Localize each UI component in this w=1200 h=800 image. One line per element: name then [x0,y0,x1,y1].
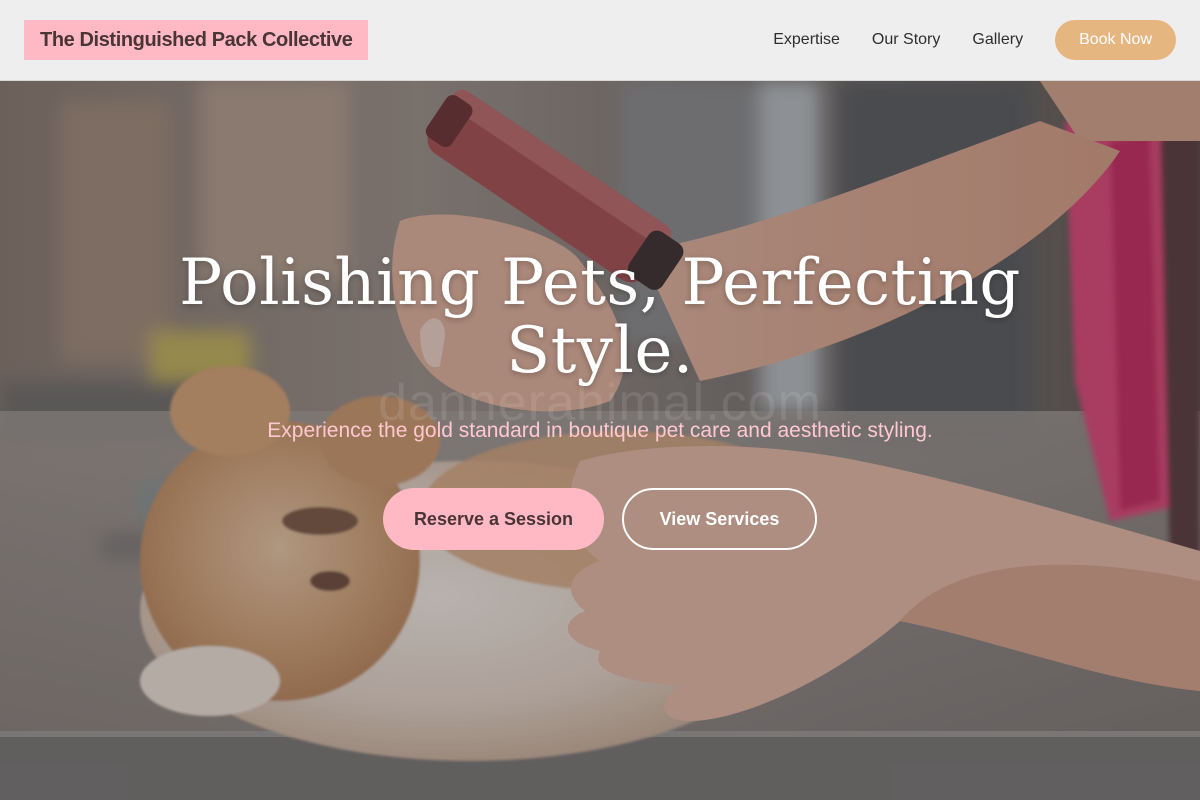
view-services-button[interactable]: View Services [622,488,817,550]
reserve-session-button[interactable]: Reserve a Session [383,488,604,550]
site-header: The Distinguished Pack Collective Expert… [0,0,1200,81]
page: The Distinguished Pack Collective Expert… [0,0,1200,800]
nav-link-our-story[interactable]: Our Story [872,31,940,49]
hero-section: dannerahimal.com Polishing Pets, Perfect… [0,81,1200,800]
hero-button-group: Reserve a Session View Services [0,488,1200,550]
hero-subtitle: Experience the gold standard in boutique… [267,419,933,442]
nav-link-expertise[interactable]: Expertise [773,31,840,49]
brand-logo[interactable]: The Distinguished Pack Collective [24,20,369,60]
hero-title: Polishing Pets, Perfecting Style. [179,246,1021,388]
main-nav: Expertise Our Story Gallery Book Now [773,20,1176,60]
nav-link-gallery[interactable]: Gallery [972,31,1023,49]
book-now-button[interactable]: Book Now [1055,20,1176,60]
